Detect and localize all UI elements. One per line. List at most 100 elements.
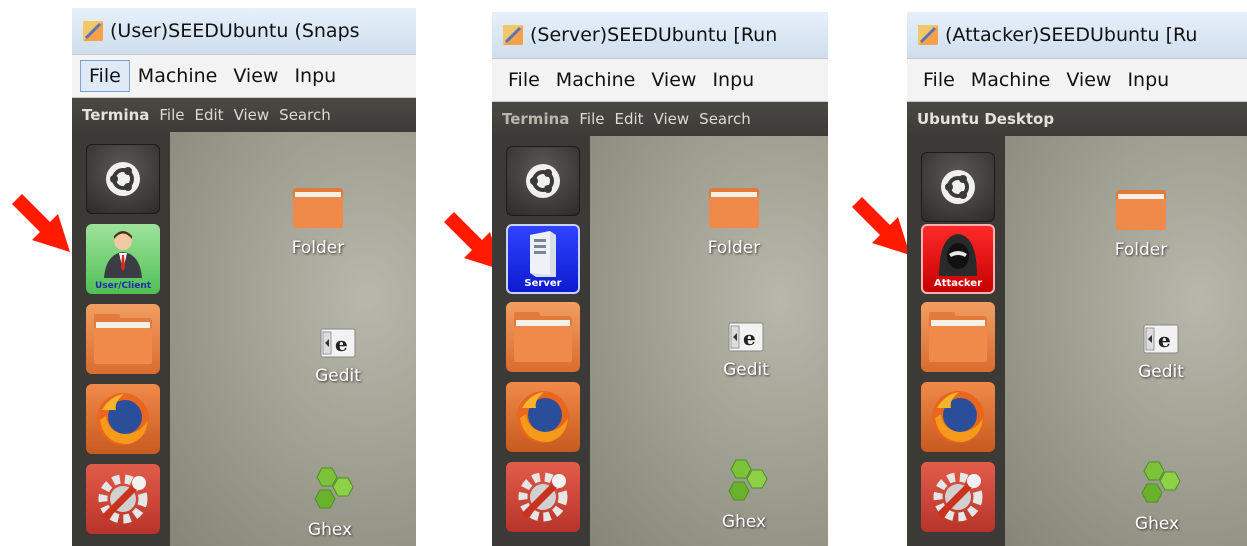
menu-file[interactable]: File <box>915 65 963 95</box>
ghex-hexagons-icon <box>314 467 354 509</box>
svg-text:e: e <box>335 332 348 356</box>
launcher-files[interactable] <box>506 302 580 372</box>
launcher-user-client[interactable]: User/Client <box>86 224 160 294</box>
ubuntu-top-bar: Termina File Edit View Search <box>72 98 416 132</box>
terminal-menu-edit[interactable]: Edit <box>615 110 644 128</box>
active-app-name: Termina <box>82 106 150 124</box>
ubuntu-logo-icon <box>106 162 140 196</box>
desktop-ghex[interactable]: Ghex <box>1097 460 1217 534</box>
folder-icon <box>709 188 759 228</box>
menu-input[interactable]: Inpu <box>704 65 762 95</box>
active-app-name: Ubuntu Desktop <box>917 110 1055 128</box>
window-title: (Server)SEEDUbuntu [Run <box>530 24 778 46</box>
launcher-files[interactable] <box>921 302 995 372</box>
gedit-icon: e <box>320 328 356 358</box>
unity-launcher: Server <box>492 136 590 546</box>
menu-file[interactable]: File <box>500 65 548 95</box>
window-title: (User)SEEDUbuntu (Snaps <box>110 20 360 42</box>
desktop-label: Ghex <box>1134 514 1180 534</box>
window-titlebar[interactable]: (Server)SEEDUbuntu [Run <box>492 12 828 58</box>
launcher-attacker[interactable]: Attacker <box>921 224 995 294</box>
desktop-area: Folder e Gedit Ghex <box>590 136 828 546</box>
ubuntu-logo-icon <box>526 164 560 198</box>
desktop-gedit[interactable]: e Gedit <box>686 322 806 380</box>
settings-gear-icon <box>933 472 983 522</box>
launcher-firefox[interactable] <box>506 382 580 452</box>
menu-input[interactable]: Inpu <box>286 61 344 91</box>
red-arrow-icon <box>852 197 910 255</box>
svg-text:e: e <box>1158 328 1171 352</box>
virtualbox-icon <box>918 25 938 45</box>
menu-file[interactable]: File <box>80 60 130 92</box>
vm-window-server: (Server)SEEDUbuntu [Run File Machine Vie… <box>492 12 828 546</box>
desktop-label: Folder <box>707 238 761 258</box>
ubuntu-logo-icon <box>941 170 975 204</box>
desktop-label: Folder <box>1114 240 1168 260</box>
active-app-name: Termina <box>502 110 570 128</box>
window-titlebar[interactable]: (Attacker)SEEDUbuntu [Ru <box>907 12 1247 58</box>
desktop-folder[interactable]: Folder <box>258 184 378 258</box>
svg-text:e: e <box>743 326 756 350</box>
server-tower-icon <box>530 231 556 277</box>
dash-home-button[interactable] <box>921 152 995 222</box>
launcher-firefox[interactable] <box>921 382 995 452</box>
desktop-folder[interactable]: Folder <box>1081 186 1201 260</box>
launcher-system-settings[interactable] <box>86 464 160 534</box>
launcher-server[interactable]: Server <box>506 224 580 294</box>
desktop-label: Gedit <box>315 366 361 386</box>
folder-icon <box>514 312 572 362</box>
ghex-hexagons-icon <box>728 459 768 501</box>
vm-menubar: File Machine View Inpu <box>72 54 416 98</box>
menu-input[interactable]: Inpu <box>1119 65 1177 95</box>
vm-window-attacker: (Attacker)SEEDUbuntu [Ru File Machine Vi… <box>907 12 1247 546</box>
unity-launcher: Attacker <box>907 136 1005 546</box>
vm-menubar: File Machine View Inpu <box>907 58 1247 102</box>
terminal-menu-file[interactable]: File <box>579 110 604 128</box>
desktop-label: Folder <box>291 238 345 258</box>
desktop-gedit[interactable]: e Gedit <box>278 328 398 386</box>
desktop-folder[interactable]: Folder <box>674 184 794 258</box>
role-label: Server <box>524 278 562 289</box>
settings-gear-icon <box>98 474 148 524</box>
terminal-menu-view[interactable]: View <box>654 110 690 128</box>
firefox-icon <box>97 393 149 445</box>
folder-icon <box>293 188 343 228</box>
menu-machine[interactable]: Machine <box>963 65 1059 95</box>
window-titlebar[interactable]: (User)SEEDUbuntu (Snaps <box>72 8 416 54</box>
menu-view[interactable]: View <box>225 61 286 91</box>
virtualbox-icon <box>83 21 103 41</box>
terminal-menu-edit[interactable]: Edit <box>195 106 224 124</box>
menu-machine[interactable]: Machine <box>548 65 644 95</box>
vm-window-user: (User)SEEDUbuntu (Snaps File Machine Vie… <box>72 8 416 546</box>
launcher-system-settings[interactable] <box>921 462 995 532</box>
menu-view[interactable]: View <box>643 65 704 95</box>
unity-launcher: User/Client <box>72 132 170 546</box>
launcher-firefox[interactable] <box>86 384 160 454</box>
desktop-gedit[interactable]: e Gedit <box>1101 324 1221 382</box>
folder-icon <box>94 314 152 364</box>
ubuntu-top-bar: Termina File Edit View Search <box>492 102 828 136</box>
terminal-menu-view[interactable]: View <box>234 106 270 124</box>
terminal-menu-search[interactable]: Search <box>699 110 751 128</box>
hooded-hacker-icon <box>939 234 977 276</box>
gedit-icon: e <box>728 322 764 352</box>
launcher-files[interactable] <box>86 304 160 374</box>
dash-home-button[interactable] <box>86 144 160 214</box>
terminal-menu-search[interactable]: Search <box>279 106 331 124</box>
desktop-ghex[interactable]: Ghex <box>270 466 390 540</box>
desktop-area: Folder e Gedit Ghex <box>170 132 416 546</box>
firefox-icon <box>517 391 569 443</box>
desktop-label: Ghex <box>307 520 353 540</box>
dash-home-button[interactable] <box>506 146 580 216</box>
desktop-label: Gedit <box>1138 362 1184 382</box>
terminal-menu-file[interactable]: File <box>159 106 184 124</box>
virtualbox-icon <box>503 25 523 45</box>
menu-view[interactable]: View <box>1058 65 1119 95</box>
launcher-system-settings[interactable] <box>506 462 580 532</box>
menu-machine[interactable]: Machine <box>130 61 226 91</box>
window-title: (Attacker)SEEDUbuntu [Ru <box>945 24 1198 46</box>
role-label: User/Client <box>94 281 152 291</box>
desktop-label: Ghex <box>721 512 767 532</box>
desktop-ghex[interactable]: Ghex <box>684 458 804 532</box>
folder-icon <box>929 312 987 362</box>
